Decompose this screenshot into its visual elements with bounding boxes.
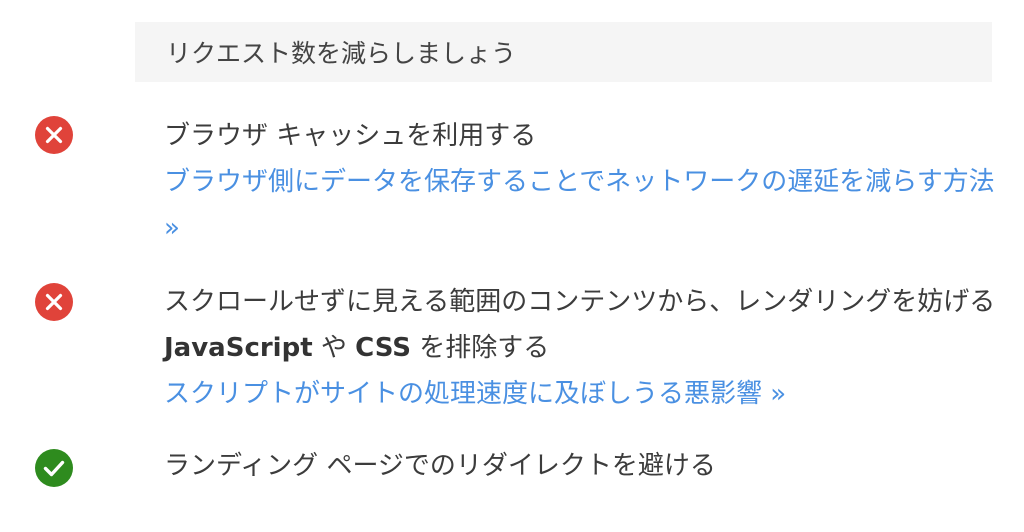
- rule-learn-more-link[interactable]: ブラウザ側にデータを保存することでネットワークの遅延を減らす方法 »: [164, 159, 996, 251]
- rule-title: ブラウザ キャッシュを利用する: [164, 121, 537, 151]
- error-x-icon: [34, 115, 74, 155]
- error-x-icon: [34, 282, 74, 322]
- rule-title: ランディング ページでのリダイレクトを避ける: [164, 451, 716, 481]
- rule-title-text: や: [312, 333, 356, 363]
- section-title: リクエスト数を減らしましょう: [166, 39, 517, 68]
- rule-title-text: を排除する: [411, 333, 550, 363]
- rule-title-css: CSS: [355, 333, 412, 363]
- rule-learn-more-link[interactable]: スクリプトがサイトの処理速度に及ぼしうる悪影響 »: [164, 371, 996, 417]
- section-header: リクエスト数を減らしましょう: [135, 22, 992, 82]
- rule-title-text: スクロールせずに見える範囲のコンテンツから、レンダリングを妨げる: [164, 287, 996, 317]
- rule-title-javascript: JavaScript: [164, 333, 313, 363]
- rule-title: スクロールせずに見える範囲のコンテンツから、レンダリングを妨げる JavaScr…: [164, 279, 996, 371]
- checkmark-icon: [34, 448, 74, 488]
